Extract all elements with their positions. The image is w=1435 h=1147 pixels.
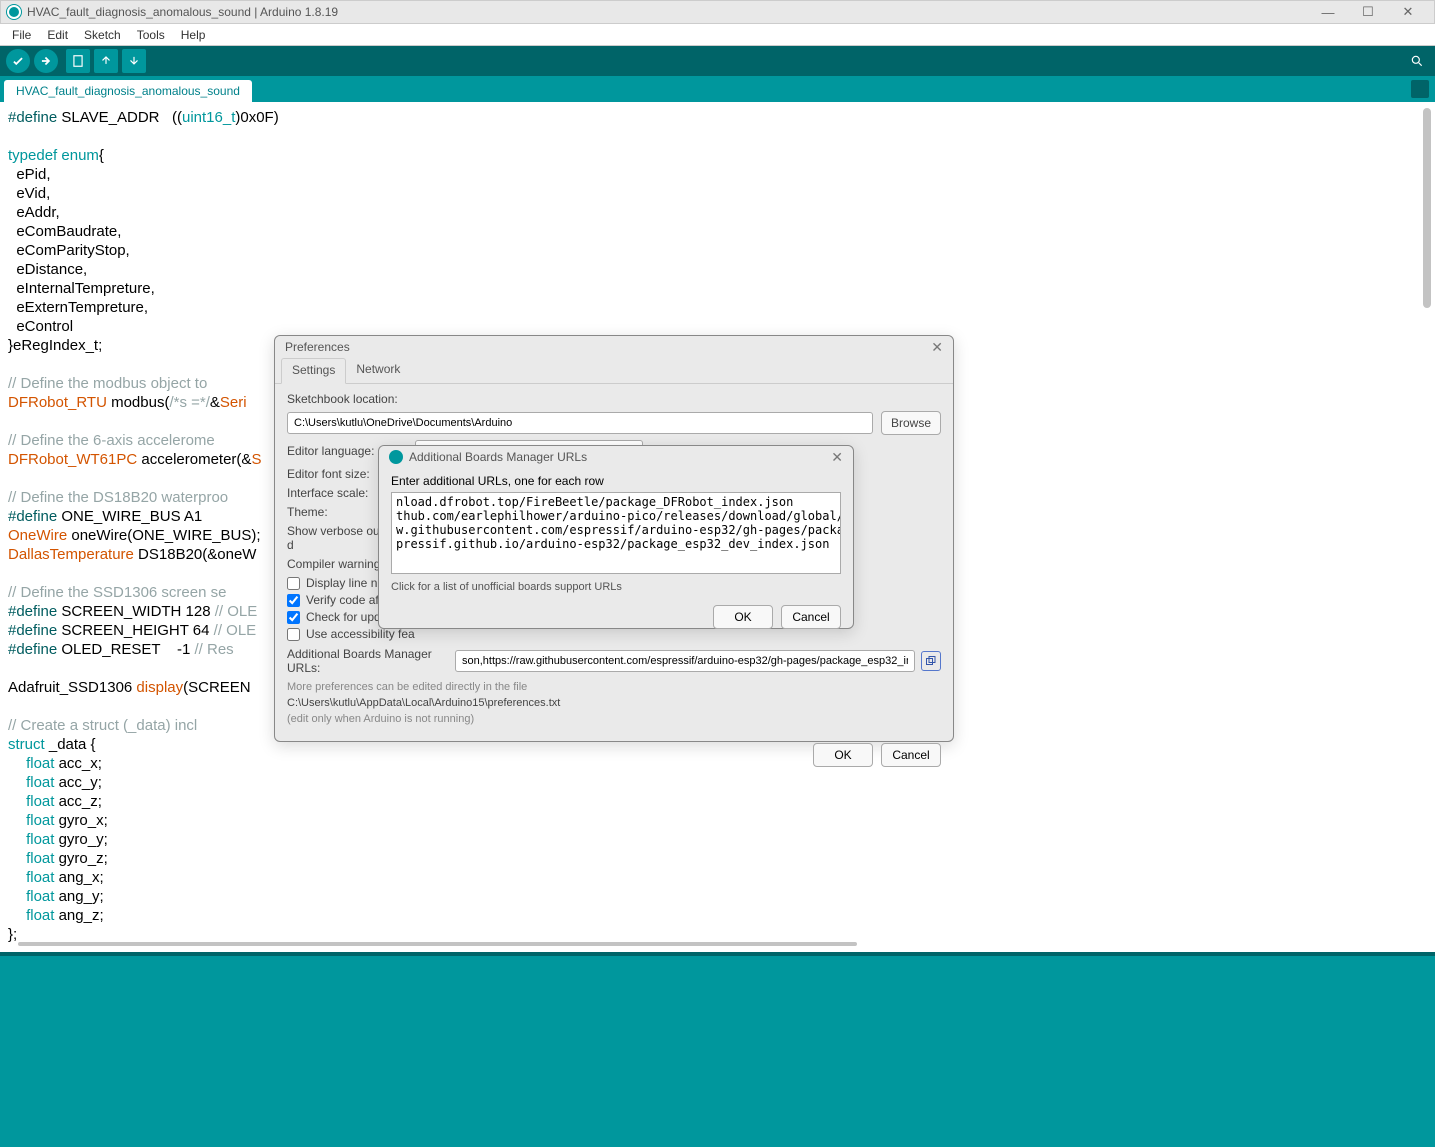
window-title: HVAC_fault_diagnosis_anomalous_sound | A… bbox=[27, 5, 338, 19]
tab-bar: HVAC_fault_diagnosis_anomalous_sound bbox=[0, 76, 1435, 102]
pref-close-icon[interactable]: ✕ bbox=[931, 339, 943, 356]
boards-url-dialog: Additional Boards Manager URLs ✕ Enter a… bbox=[378, 445, 854, 629]
pref-hint1: More preferences can be edited directly … bbox=[287, 681, 941, 693]
pref-ok-button[interactable]: OK bbox=[813, 743, 873, 767]
menu-sketch[interactable]: Sketch bbox=[76, 28, 129, 42]
url-textarea[interactable]: nload.dfrobot.top/FireBeetle/package_DFR… bbox=[391, 492, 841, 574]
url-instruction: Enter additional URLs, one for each row bbox=[391, 474, 841, 488]
maximize-button[interactable]: ☐ bbox=[1348, 4, 1388, 20]
menu-bar: File Edit Sketch Tools Help bbox=[0, 24, 1435, 46]
upload-button[interactable] bbox=[34, 49, 58, 73]
sketchbook-input[interactable] bbox=[287, 412, 873, 434]
menu-file[interactable]: File bbox=[4, 28, 39, 42]
url-support-link[interactable]: Click for a list of unofficial boards su… bbox=[391, 581, 841, 593]
accessibility-checkbox[interactable] bbox=[287, 628, 300, 641]
arduino-logo-icon bbox=[389, 450, 403, 464]
linenum-checkbox[interactable] bbox=[287, 577, 300, 590]
pref-cancel-button[interactable]: Cancel bbox=[881, 743, 941, 767]
tab-settings[interactable]: Settings bbox=[281, 358, 346, 384]
pref-hint3: (edit only when Arduino is not running) bbox=[287, 713, 941, 725]
new-sketch-button[interactable] bbox=[66, 49, 90, 73]
verify-button[interactable] bbox=[6, 49, 30, 73]
url-dialog-title: Additional Boards Manager URLs bbox=[409, 450, 587, 464]
window-titlebar: HVAC_fault_diagnosis_anomalous_sound | A… bbox=[0, 0, 1435, 24]
pref-title: Preferences bbox=[285, 340, 350, 354]
boards-url-label: Additional Boards Manager URLs: bbox=[287, 647, 449, 675]
browse-button[interactable]: Browse bbox=[881, 411, 941, 435]
boards-url-edit-button[interactable] bbox=[921, 651, 941, 671]
url-dialog-close-icon[interactable]: ✕ bbox=[831, 449, 843, 466]
close-button[interactable]: ✕ bbox=[1388, 4, 1428, 20]
url-ok-button[interactable]: OK bbox=[713, 605, 773, 629]
minimize-button[interactable]: — bbox=[1308, 5, 1348, 20]
tab-network[interactable]: Network bbox=[346, 358, 410, 383]
sketch-tab[interactable]: HVAC_fault_diagnosis_anomalous_sound bbox=[4, 80, 252, 102]
open-sketch-button[interactable] bbox=[94, 49, 118, 73]
save-sketch-button[interactable] bbox=[122, 49, 146, 73]
pref-path: C:\Users\kutlu\AppData\Local\Arduino15\p… bbox=[287, 697, 941, 709]
menu-edit[interactable]: Edit bbox=[39, 28, 76, 42]
verify-checkbox[interactable] bbox=[287, 594, 300, 607]
boards-url-input[interactable] bbox=[455, 650, 915, 672]
horizontal-scrollbar[interactable] bbox=[18, 939, 1417, 949]
serial-monitor-button[interactable] bbox=[1405, 49, 1429, 73]
arduino-logo-icon bbox=[7, 5, 21, 19]
toolbar bbox=[0, 46, 1435, 76]
console-area bbox=[0, 952, 1435, 1147]
menu-help[interactable]: Help bbox=[173, 28, 214, 42]
tab-menu-button[interactable] bbox=[1411, 80, 1429, 98]
menu-tools[interactable]: Tools bbox=[129, 28, 173, 42]
url-cancel-button[interactable]: Cancel bbox=[781, 605, 841, 629]
vertical-scrollbar[interactable] bbox=[1423, 108, 1431, 308]
sketchbook-label: Sketchbook location: bbox=[287, 392, 941, 406]
updates-checkbox[interactable] bbox=[287, 611, 300, 624]
